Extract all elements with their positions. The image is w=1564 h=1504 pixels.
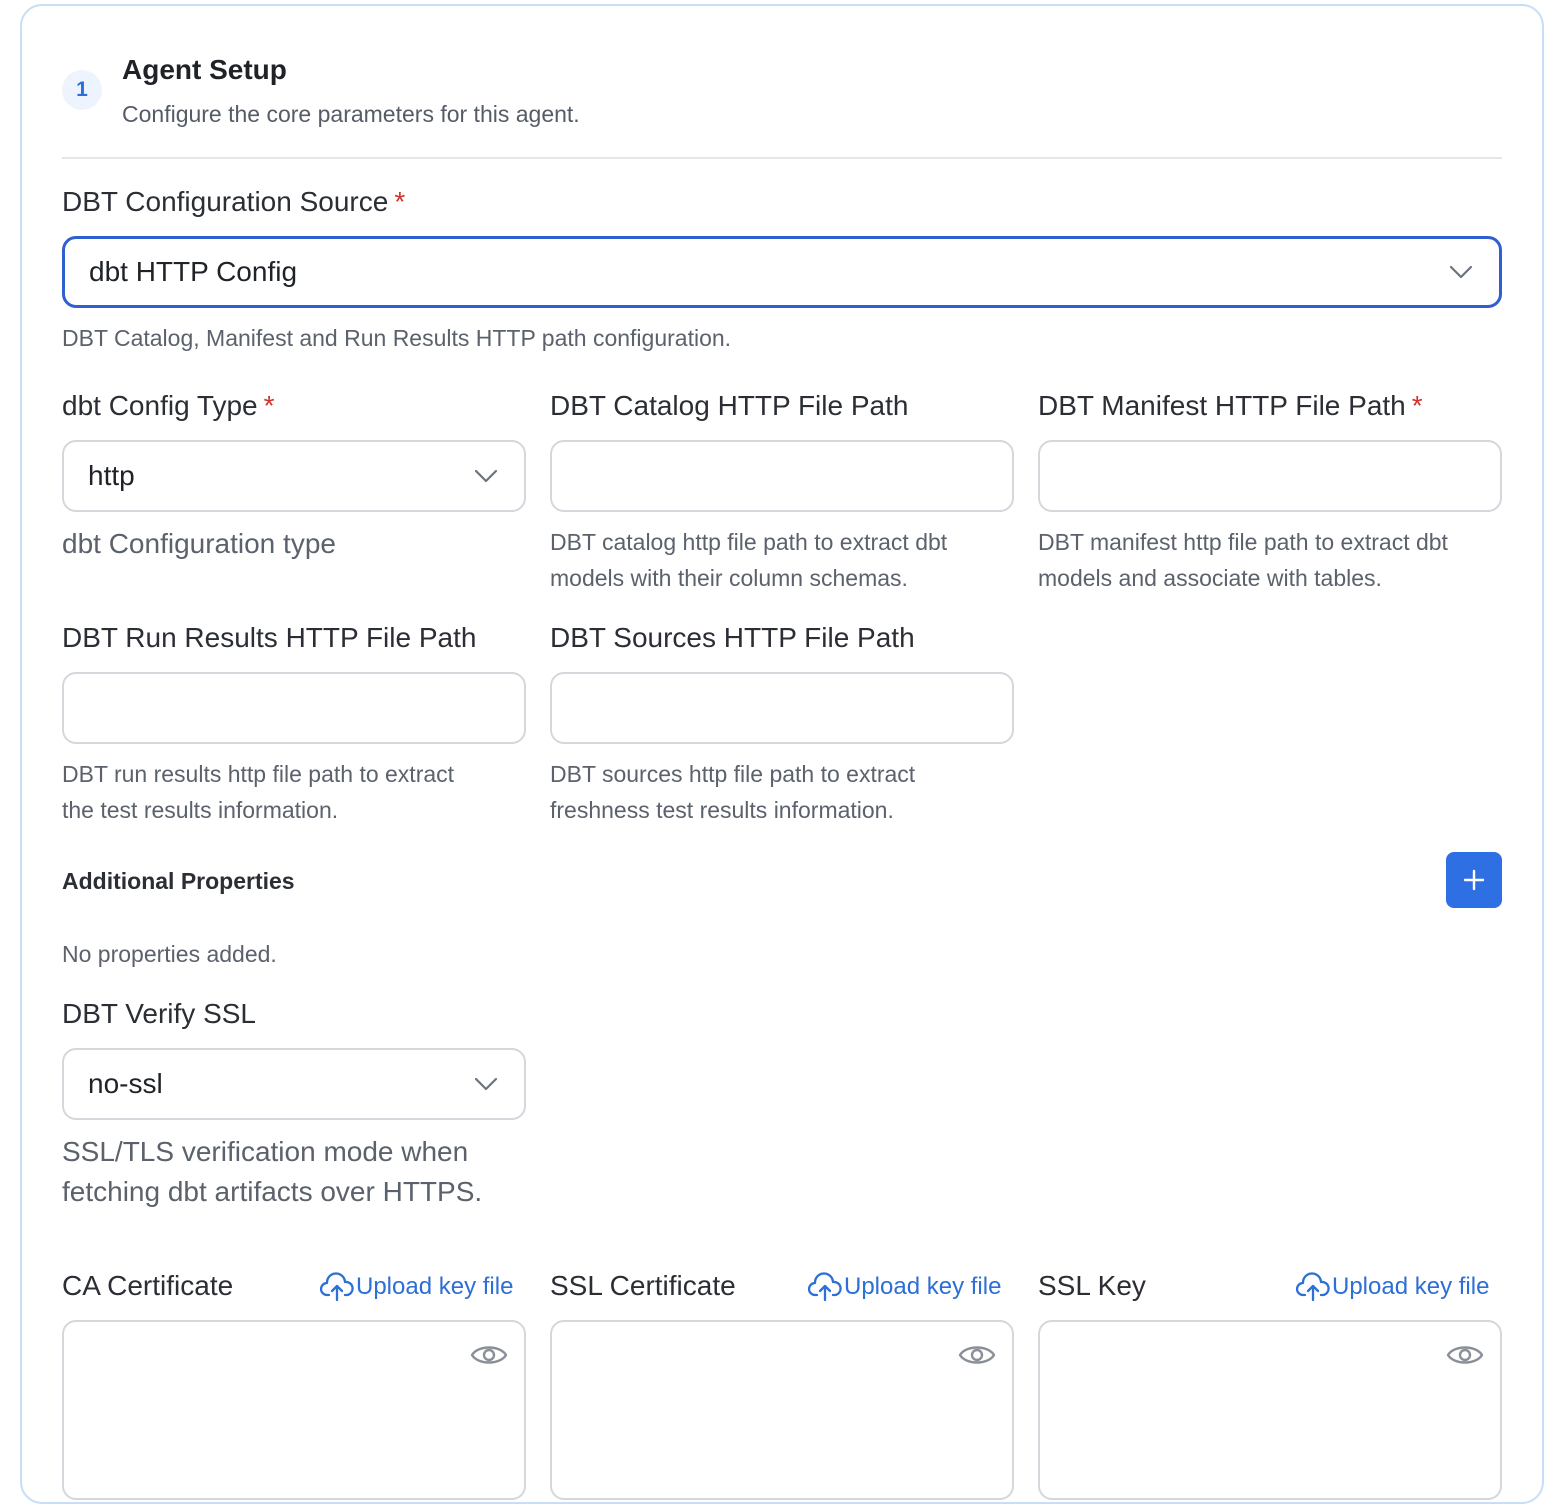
chevron-down-icon xyxy=(474,1077,498,1091)
sources-path-label: DBT Sources HTTP File Path xyxy=(550,622,915,653)
additional-properties-label: Additional Properties xyxy=(62,868,295,894)
required-mark: * xyxy=(263,390,275,421)
cloud-upload-icon xyxy=(808,1272,842,1302)
upload-label: Upload key file xyxy=(1332,1273,1490,1300)
catalog-path-help-line1: DBT catalog http file path to extract db… xyxy=(550,529,948,555)
chevron-down-icon xyxy=(1449,265,1473,279)
catalog-path-input[interactable] xyxy=(550,440,1014,512)
ssl-key-textarea[interactable] xyxy=(1038,1320,1502,1500)
run-results-path-input[interactable] xyxy=(62,672,526,744)
plus-icon xyxy=(1463,869,1485,891)
no-properties-text: No properties added. xyxy=(62,941,277,967)
manifest-path-label-text: DBT Manifest HTTP File Path xyxy=(1038,390,1406,421)
sources-help-line2: freshness test results information. xyxy=(550,797,894,823)
verify-ssl-select[interactable]: no-ssl xyxy=(62,1048,526,1120)
config-source-select[interactable]: dbt HTTP Config xyxy=(62,236,1502,308)
ca-certificate-label: CA Certificate xyxy=(62,1270,234,1301)
manifest-path-label: DBT Manifest HTTP File Path * xyxy=(1038,390,1423,422)
config-source-help: DBT Catalog, Manifest and Run Results HT… xyxy=(62,325,732,351)
catalog-path-help-line2: models with their column schemas. xyxy=(550,565,908,591)
ca-certificate-textarea[interactable] xyxy=(62,1320,526,1500)
config-type-select[interactable]: http xyxy=(62,440,526,512)
manifest-path-help-line2: models and associate with tables. xyxy=(1038,565,1382,591)
config-type-label: dbt Config Type * xyxy=(62,390,275,422)
ssl-key-upload-link[interactable]: Upload key file xyxy=(1296,1272,1489,1302)
config-type-label-text: dbt Config Type xyxy=(62,390,258,421)
ca-certificate-upload-link[interactable]: Upload key file xyxy=(320,1272,513,1302)
sources-path-help: DBT sources http file path to extract fr… xyxy=(550,756,915,828)
run-results-help-line2: the test results information. xyxy=(62,797,339,823)
verify-ssl-help-line2: fetching dbt artifacts over HTTPS. xyxy=(62,1176,483,1207)
upload-label: Upload key file xyxy=(844,1273,1002,1300)
required-mark: * xyxy=(394,186,406,217)
sources-help-line1: DBT sources http file path to extract xyxy=(550,761,916,787)
upload-label: Upload key file xyxy=(356,1273,514,1300)
run-results-path-help: DBT run results http file path to extrac… xyxy=(62,756,454,828)
verify-ssl-value: no-ssl xyxy=(88,1068,163,1099)
eye-icon[interactable] xyxy=(470,1340,508,1370)
eye-icon[interactable] xyxy=(958,1340,996,1370)
sources-path-input[interactable] xyxy=(550,672,1014,744)
verify-ssl-label: DBT Verify SSL xyxy=(62,998,257,1029)
run-results-path-label: DBT Run Results HTTP File Path xyxy=(62,622,477,653)
section-title: Agent Setup xyxy=(122,54,287,85)
config-source-label: DBT Configuration Source * xyxy=(62,186,405,218)
verify-ssl-help-line1: SSL/TLS verification mode when xyxy=(62,1136,469,1167)
config-type-value: http xyxy=(88,460,135,491)
ssl-certificate-upload-link[interactable]: Upload key file xyxy=(808,1272,1001,1302)
eye-icon[interactable] xyxy=(1446,1340,1484,1370)
config-type-help: dbt Configuration type xyxy=(62,528,336,559)
catalog-path-label: DBT Catalog HTTP File Path xyxy=(550,390,909,421)
ssl-certificate-label: SSL Certificate xyxy=(550,1270,736,1301)
config-source-label-text: DBT Configuration Source xyxy=(62,186,389,217)
step-number-badge: 1 xyxy=(62,70,102,110)
run-results-help-line1: DBT run results http file path to extrac… xyxy=(62,761,455,787)
ssl-key-label: SSL Key xyxy=(1038,1270,1146,1301)
manifest-path-help-line1: DBT manifest http file path to extract d… xyxy=(1038,529,1448,555)
section-divider xyxy=(62,157,1502,159)
add-property-button[interactable] xyxy=(1446,852,1502,908)
verify-ssl-help: SSL/TLS verification mode when fetching … xyxy=(62,1132,482,1212)
cloud-upload-icon xyxy=(1296,1272,1330,1302)
config-source-value: dbt HTTP Config xyxy=(89,256,298,287)
catalog-path-help: DBT catalog http file path to extract db… xyxy=(550,524,947,596)
required-mark: * xyxy=(1411,390,1423,421)
section-subtitle: Configure the core parameters for this a… xyxy=(122,101,580,127)
manifest-path-help: DBT manifest http file path to extract d… xyxy=(1038,524,1448,596)
chevron-down-icon xyxy=(474,469,498,483)
ssl-certificate-textarea[interactable] xyxy=(550,1320,1014,1500)
cloud-upload-icon xyxy=(320,1272,354,1302)
manifest-path-input[interactable] xyxy=(1038,440,1502,512)
